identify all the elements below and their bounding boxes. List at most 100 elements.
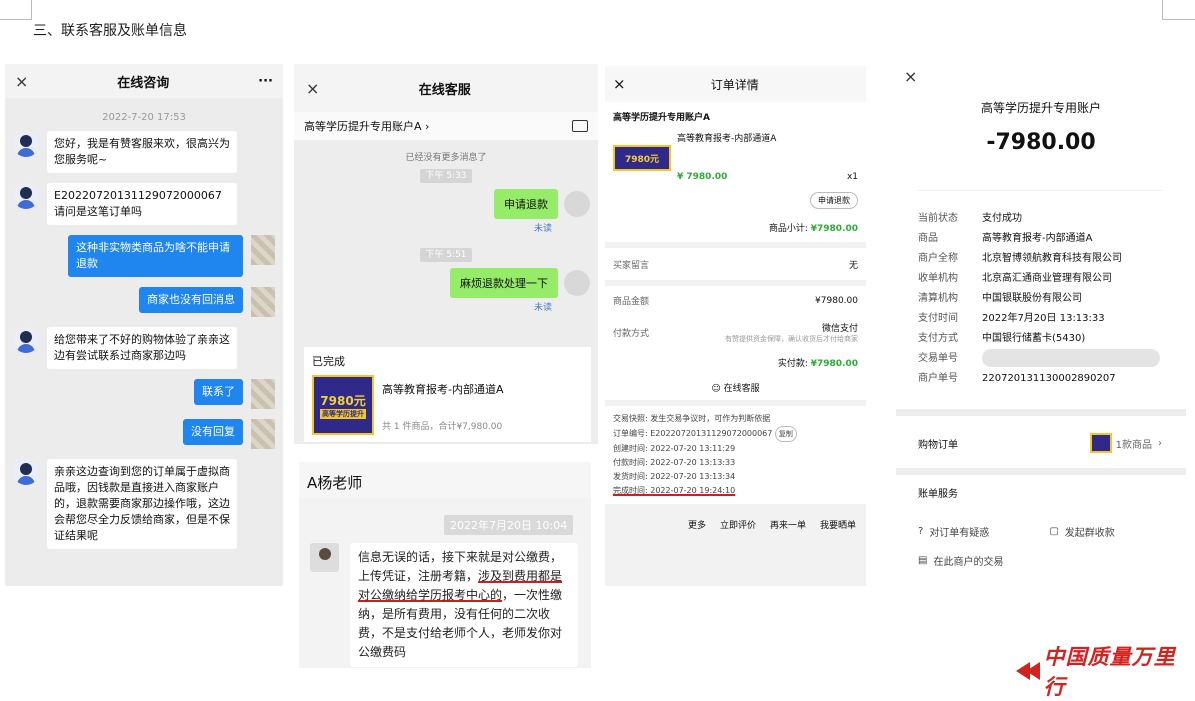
message-text: 这种非实物类商品为啥不能申请退款 — [68, 235, 243, 277]
chat-title: 在线客服 — [418, 82, 471, 98]
user-message: 申请退款 — [294, 189, 598, 219]
product-name: 高等教育报考-内部通道A — [677, 134, 777, 144]
cart-value: 1款商品 — [1115, 439, 1152, 451]
bill-screenshot: × 高等学历提升专用账户 -7980.00 当前状态 支付成功 商品 高等教育报考-… — [896, 62, 1186, 586]
doubt-link[interactable]: 对订单有疑惑 — [929, 524, 1049, 539]
agent-avatar — [13, 183, 39, 209]
message-text: E20220720131129072000067 请问是这笔订单吗 — [47, 183, 237, 225]
list-icon: ▤ — [918, 555, 928, 566]
shop-bar[interactable]: 高等学历提升专用账户A › — [294, 112, 598, 140]
order-product-section: 高等学历提升专用账户A 7980元 高等教育报考-内部通道A ¥ 7980.00… — [605, 102, 866, 242]
teacher-chat-snippet: A杨老师 2022年7月20日 10:04 信息无误的话，接下来就是对公缴费，上… — [299, 462, 591, 668]
user-avatar-blurred — [251, 419, 275, 449]
chat-screenshot-service: × 在线客服 高等学历提升专用账户A › 已经没有更多消息了 下午 5:33 申… — [294, 64, 598, 444]
product-qty: x1 — [846, 172, 858, 182]
paid-time: 付款时间: 2022-07-20 13:13:33 — [613, 458, 736, 467]
divider — [896, 409, 1186, 416]
snapshot-row[interactable]: 交易快照: 发生交易争议时，可作为判断依据 — [613, 412, 858, 426]
product-thumbnail: 7980元 高等学历提升 — [312, 375, 374, 435]
note-label: 买家留言 — [613, 260, 650, 271]
product-thumbnail: 7980元 — [613, 145, 671, 171]
service-label: 在线客服 — [723, 384, 760, 394]
order-meta-section: 交易快照: 发生交易争议时，可作为判断依据 订单编号: E20220720131… — [605, 406, 866, 504]
user-avatar-blurred — [251, 235, 275, 265]
cart-order-row[interactable]: 购物订单 1款商品 › — [918, 432, 1162, 454]
paid-label: 实付款: — [777, 359, 808, 369]
group-collect-link[interactable]: 发起群收款 — [1065, 524, 1115, 539]
page-corner-mark — [0, 0, 32, 20]
teacher-message: 信息无误的话，接下来就是对公缴费，上传凭证，注册考籍，涉及到费用都是对公缴纳给学… — [350, 543, 578, 667]
product-price: ¥ 7980.00 — [677, 172, 728, 182]
detail-key: 商户全称 — [918, 253, 958, 264]
detail-value: 支付成功 — [982, 213, 1022, 224]
order-card[interactable]: 已完成 7980元 高等学历提升 高等教育报考-内部通道A 共 1 件商品，合计… — [304, 347, 591, 442]
unread-label: 未读 — [533, 303, 552, 313]
refund-button[interactable]: 申请退款 — [810, 192, 858, 209]
user-avatar-blurred — [251, 379, 275, 409]
shop-name: 高等学历提升专用账户A — [613, 113, 710, 123]
more-icon[interactable]: ··· — [258, 74, 273, 89]
watermark-logo: 中国质量万里行 — [1015, 641, 1195, 701]
detail-key: 当前状态 — [918, 213, 958, 224]
user-message: 没有回复 — [13, 419, 275, 449]
detail-key: 交易单号 — [918, 353, 958, 364]
user-avatar — [564, 191, 590, 217]
message-text: 申请退款 — [494, 189, 558, 219]
bill-account: 高等学历提升专用账户 — [980, 101, 1101, 115]
merchant-trades-row[interactable]: ▤ 在此商户的交易 — [918, 553, 1162, 568]
detail-key: 收单机构 — [918, 273, 958, 284]
thumbnail-price: 7980元 — [320, 393, 366, 408]
buyer-note-row: 买家留言 无 — [605, 248, 866, 280]
detail-key: 商户单号 — [918, 373, 958, 384]
subtotal-label: 商品小计: — [768, 224, 808, 234]
agent-message: E20220720131129072000067 请问是这笔订单吗 — [13, 183, 275, 225]
user-avatar — [564, 270, 590, 296]
pay-note: 有赞提供资金保障，确认收货后才付给商家 — [725, 335, 858, 343]
online-service-button[interactable]: ☺ 在线客服 — [613, 381, 858, 394]
close-icon[interactable]: × — [613, 75, 626, 93]
time-pill: 下午 5:51 — [420, 248, 472, 262]
detail-key: 清算机构 — [918, 293, 958, 304]
order-title: 订单详情 — [710, 77, 759, 92]
copy-button[interactable]: 复制 — [774, 426, 797, 442]
detail-value: 北京高汇通商业管理有限公司 — [982, 273, 1112, 284]
chat-header: × 在线客服 — [294, 64, 598, 112]
agent-message: 给您带来了不好的购物体验了亲亲这边有尝试联系过商家那边吗 — [13, 327, 275, 369]
page-corner-mark — [1162, 0, 1195, 20]
user-message: 联系了 — [13, 379, 275, 409]
close-icon[interactable]: × — [904, 67, 917, 86]
merchant-trades-link: 在此商户的交易 — [933, 557, 1004, 568]
chat-menu-icon[interactable] — [572, 120, 588, 132]
divider — [896, 468, 1186, 475]
detail-key: 商品 — [918, 233, 938, 244]
order-status: 已完成 — [312, 355, 345, 368]
review-button[interactable]: 立即评价 — [720, 518, 756, 531]
chat-date: 2022年7月20日 10:04 — [444, 515, 574, 535]
chat-title: 在线咨询 — [117, 75, 170, 91]
reorder-button[interactable]: 再来一单 — [770, 518, 806, 531]
bill-amount: -7980.00 — [986, 130, 1096, 155]
user-message: 商家也没有回消息 — [13, 287, 275, 317]
detail-value: 2022年7月20日 13:13:33 — [982, 313, 1105, 324]
done-time: 完成时间: 2022-07-20 19:24:10 — [613, 486, 736, 495]
created-time: 创建时间: 2022-07-20 13:11:29 — [613, 444, 736, 453]
question-icon: ? — [918, 526, 924, 537]
thumbnail-caption: 高等学历提升 — [320, 408, 366, 419]
user-avatar-blurred — [251, 287, 275, 317]
close-icon[interactable]: × — [15, 72, 28, 91]
order-detail-screenshot: × 订单详情 高等学历提升专用账户A 7980元 高等教育报考-内部通道A ¥ … — [605, 66, 866, 586]
unread-label: 未读 — [533, 224, 552, 234]
chat-header: × 在线咨询 ··· — [5, 64, 283, 98]
chat-timestamp: 2022-7-20 17:53 — [102, 112, 186, 123]
shop-name: 高等学历提升专用账户A — [304, 120, 422, 133]
close-icon[interactable]: × — [306, 79, 319, 98]
section-heading: 三、联系客服及账单信息 — [33, 23, 187, 39]
detail-value: 北京智博领航教育科技有限公司 — [982, 253, 1122, 264]
ship-time: 发货时间: 2022-07-20 13:13:34 — [613, 472, 736, 481]
user-message: 这种非实物类商品为啥不能申请退款 — [13, 235, 275, 277]
agent-avatar — [13, 459, 39, 485]
more-button[interactable]: 更多 — [688, 518, 706, 531]
order-number: 订单编号: E20220720131129072000067 — [613, 429, 773, 438]
share-button[interactable]: 我要晒单 — [820, 518, 856, 531]
pay-method: 微信支付 — [821, 324, 858, 334]
